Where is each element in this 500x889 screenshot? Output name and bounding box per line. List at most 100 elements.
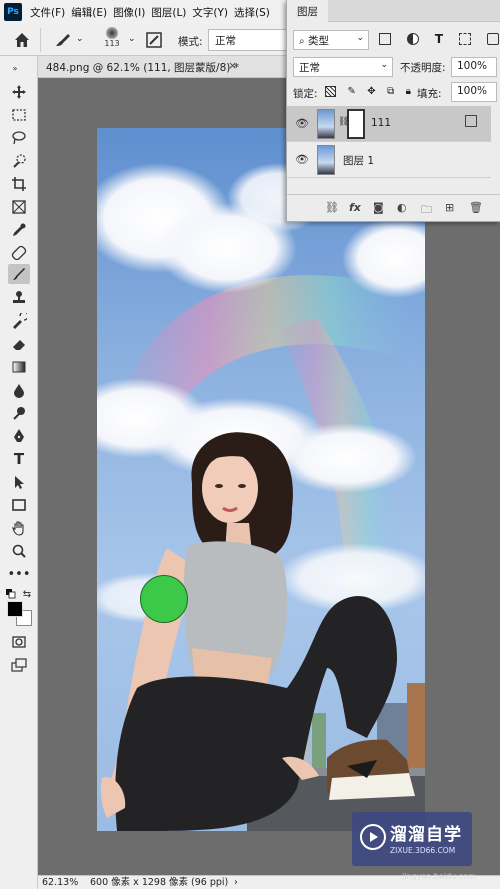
brush-tip-icon [106,27,118,39]
filter-adjustment-icon[interactable] [406,33,419,45]
menu-file[interactable]: 文件(F) [30,5,65,20]
lock-position-icon[interactable]: ✥ [367,86,375,100]
brush-cursor [140,575,188,623]
status-bar: 62.13% 600 像素 x 1298 像素 (96 ppi) › jingy… [38,872,500,889]
divider [40,28,41,52]
opacity-input[interactable]: 100% [451,57,497,77]
gradient-tool-icon[interactable] [8,357,30,377]
source-credit: jingyan.baidu.com [402,872,476,881]
lock-image-icon[interactable]: ✎ [347,86,355,100]
blend-mode-select[interactable]: 正常 ⌄ [293,57,393,77]
filter-type-icon[interactable]: T [435,33,443,49]
new-layer-icon[interactable]: ⊞ [445,201,454,214]
mode-label: 模式: [178,36,203,48]
filter-shape-icon[interactable] [459,33,472,45]
photo-artwork [97,128,425,831]
visibility-eye-icon[interactable]: 👁︎ [295,117,309,130]
link-layers-icon[interactable]: ⛓︎ [325,201,339,214]
menu-edit[interactable]: 编辑(E) [71,5,107,20]
fx-icon[interactable]: fx [349,201,361,214]
layer-name[interactable]: 图层 1 [343,153,374,168]
layers-tab[interactable]: 图层 [287,0,328,22]
add-mask-icon[interactable]: ◙ [373,201,384,214]
document-dimensions: 600 像素 x 1298 像素 (96 ppi) [90,877,229,888]
chevron-down-icon: ⌄ [380,60,388,70]
opacity-value: 100% [457,60,488,72]
layer-row[interactable]: 👁︎ 图层 1 [287,142,491,178]
menu-image[interactable]: 图像(I) [113,5,145,20]
filter-pixel-icon[interactable] [379,33,391,45]
layer-thumbnail [317,145,335,175]
screen-mode-icon[interactable] [8,655,30,675]
brush-size-value: 113 [104,39,120,48]
filter-smart-object-icon[interactable] [487,33,499,45]
hand-tool-icon[interactable] [8,518,30,538]
watermark-title: 溜溜自学 [390,825,462,845]
delete-layer-icon[interactable]: 🗑︎ [469,201,483,214]
rectangle-tool-icon[interactable] [8,495,30,515]
adjustment-layer-icon[interactable]: ◐ [397,201,407,214]
fill-input[interactable]: 100% [451,82,497,102]
color-swatches[interactable] [7,601,35,629]
type-tool-icon[interactable]: T [8,449,30,469]
layer-mask-thumbnail[interactable] [347,109,365,139]
dodge-tool-icon[interactable] [8,403,30,423]
menu-type[interactable]: 文字(Y) [192,5,228,20]
brush-tool-icon[interactable] [8,264,30,284]
document-image[interactable] [97,128,425,831]
marquee-tool-icon[interactable] [8,105,30,125]
lock-label: 锁定: [293,88,318,100]
chevron-down-icon: ⌄ [356,33,364,43]
status-menu-icon[interactable]: › [234,876,238,889]
foreground-color-swatch[interactable] [7,601,23,617]
close-tab-icon[interactable]: × [228,59,237,72]
layer-filter-select[interactable]: ⌕ 类型 ⌄ [293,30,369,50]
home-icon[interactable] [12,30,32,50]
quick-mask-icon[interactable] [8,632,30,652]
toolbox: » T ••• ⇆ [0,56,38,889]
play-logo-icon [360,824,386,850]
menu-layer[interactable]: 图层(L) [151,5,186,20]
path-select-tool-icon[interactable] [8,472,30,492]
brush-size-picker[interactable]: 113 [98,27,126,53]
blur-tool-icon[interactable] [8,380,30,400]
layers-panel: 图层 ⌕ 类型 ⌄ T 正常 ⌄ 不透明度: 100% 锁定: ✎ ✥ ⧉ 🔒︎… [286,0,500,222]
quick-select-tool-icon[interactable] [8,151,30,171]
watermark-subtitle: ZIXUE.3D66.COM [390,846,456,855]
chevron-down-icon[interactable]: ⌄ [76,34,84,44]
layer-name[interactable]: 111 [371,117,391,129]
lock-transparent-icon[interactable] [325,86,336,97]
crop-tool-icon[interactable] [8,174,30,194]
layer-row[interactable]: 👁︎ ⛓︎ 111 [287,106,491,142]
zoom-tool-icon[interactable] [8,541,30,561]
layer-thumbnail [317,109,335,139]
visibility-eye-icon[interactable]: 👁︎ [295,153,309,166]
lock-artboard-icon[interactable]: ⧉ [387,86,394,100]
history-brush-tool-icon[interactable] [8,311,30,331]
zoom-level[interactable]: 62.13% [42,876,78,889]
brush-preset-icon[interactable] [52,30,74,50]
layers-panel-footer: ⛓︎ fx ◙ ◐ 🗀︎ ⊞ 🗑︎ [287,194,500,220]
lasso-tool-icon[interactable] [8,128,30,148]
collapse-icon[interactable]: » [4,58,26,78]
lock-icons: ✎ ✥ ⧉ 🔒︎ [325,86,411,100]
stamp-tool-icon[interactable] [8,288,30,308]
frame-tool-icon[interactable] [8,197,30,217]
mode-select[interactable]: 正常 [208,29,288,51]
lock-all-icon[interactable]: 🔒︎ [406,86,411,100]
layer-filter-icons: T [379,33,499,49]
search-icon: ⌕ [299,36,305,47]
move-tool-icon[interactable] [8,82,30,102]
healing-tool-icon[interactable] [8,243,30,263]
photoshop-logo: Ps [4,3,22,21]
pen-tool-icon[interactable] [8,426,30,446]
new-group-icon[interactable]: 🗀︎ [421,201,432,220]
chevron-down-icon[interactable]: ⌄ [128,34,136,44]
document-tab-title[interactable]: 484.png @ 62.1% (111, 图层蒙版/8) * [46,60,239,75]
eraser-tool-icon[interactable] [8,334,30,354]
more-tools-icon[interactable]: ••• [8,564,31,584]
watermark-badge: 溜溜自学 ZIXUE.3D66.COM [352,812,472,866]
eyedropper-tool-icon[interactable] [8,220,30,240]
brush-settings-icon[interactable] [144,30,164,50]
menu-select[interactable]: 选择(S) [234,5,270,20]
